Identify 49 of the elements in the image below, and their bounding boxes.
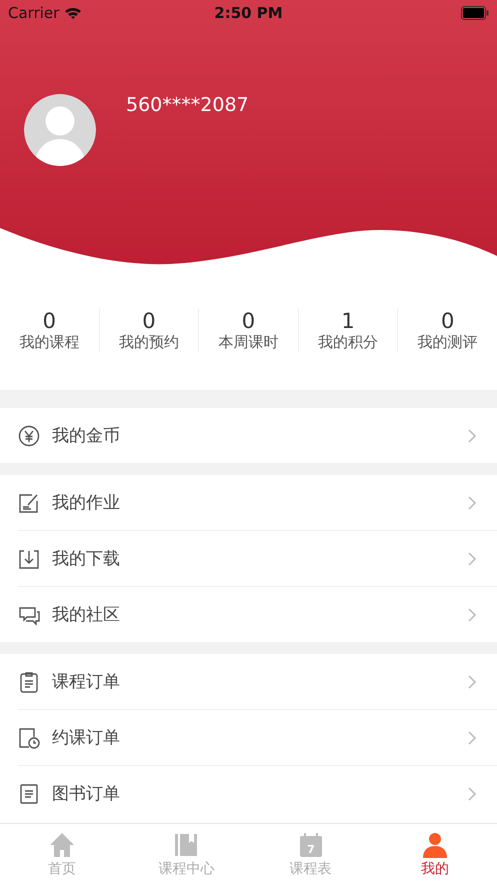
tab-label: 课程表 (290, 860, 332, 878)
chevron-icon (467, 730, 477, 746)
home-icon (48, 831, 76, 859)
clock-document-icon (18, 726, 40, 748)
stat-value: 0 (142, 308, 156, 332)
chevron-icon (467, 786, 477, 802)
person-icon (420, 831, 449, 859)
stat-label: 我的积分 (318, 332, 378, 352)
menu-label: 我的下载 (52, 548, 121, 570)
wifi-icon (64, 6, 82, 20)
menu-row[interactable]: 图书订单 (18, 765, 497, 821)
chevron-icon (467, 674, 477, 690)
stat-label: 我的预约 (118, 332, 179, 352)
stat-label: 我的测评 (418, 332, 478, 352)
menu-label: 课程订单 (52, 671, 121, 693)
document-icon (18, 782, 40, 804)
chevron-icon (467, 494, 477, 510)
menu-label: 我的社区 (52, 604, 121, 626)
stat-label: 本周课时 (218, 332, 278, 352)
carrier-name: Carrier (8, 4, 60, 22)
tab-label: 我的 (420, 860, 449, 878)
menu-label: 约课订单 (52, 727, 121, 749)
chevron-icon (467, 606, 477, 622)
stat-value: 0 (440, 308, 454, 332)
tab-label: 首页 (48, 860, 76, 878)
edit-icon (18, 492, 40, 514)
menu-row[interactable]: 课程订单 (18, 654, 497, 709)
menu-label: 图书订单 (52, 783, 121, 805)
menu-label: 我的金币 (52, 425, 121, 447)
download-icon (18, 548, 40, 570)
menu-row[interactable]: 我的作业 (18, 475, 497, 530)
chevron-icon (467, 428, 477, 444)
tab-label: 课程中心 (158, 860, 214, 878)
clipboard-icon (18, 670, 40, 692)
stat-label: 我的课程 (19, 332, 80, 352)
stat-value: 1 (341, 308, 355, 332)
username: 560****2087 (126, 94, 249, 116)
menu-row[interactable]: 约课订单 (18, 709, 497, 765)
status-time: 2:50 PM (214, 4, 283, 22)
yen-icon (18, 424, 40, 446)
menu-row[interactable]: 我的下载 (18, 530, 497, 586)
avatar[interactable] (24, 94, 96, 166)
menu-row[interactable]: 我的金币 (18, 408, 497, 463)
chevron-icon (467, 550, 477, 566)
stat-value: 0 (42, 308, 56, 332)
tab[interactable]: 我的 (372, 824, 497, 883)
menu-label: 我的作业 (52, 492, 121, 514)
battery-icon (461, 6, 489, 20)
stat-value: 0 (242, 308, 256, 332)
